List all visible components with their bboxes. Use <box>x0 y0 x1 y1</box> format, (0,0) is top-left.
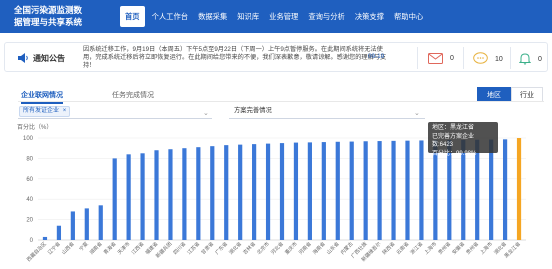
chart-bar[interactable] <box>154 150 159 240</box>
x-tick-label: 江苏省 <box>186 240 202 256</box>
chart-bar[interactable] <box>279 143 285 240</box>
x-tick-label: 青海省 <box>102 240 118 256</box>
y-tick-label: 0 <box>30 238 34 244</box>
x-tick-label: 海南省 <box>311 240 327 256</box>
tooltip-count: 已完善方案企业数:6423 <box>432 133 475 149</box>
chart-bar[interactable] <box>307 142 312 240</box>
chart-bar[interactable] <box>502 139 508 240</box>
chart-bar[interactable] <box>252 144 257 240</box>
x-tick-label: 湖北省 <box>228 240 244 256</box>
chart-bar[interactable] <box>349 141 354 240</box>
chart-bar[interactable] <box>238 144 243 240</box>
x-tick-label: 宁夏 <box>78 240 90 252</box>
chart-bar[interactable] <box>405 140 410 240</box>
x-tick-label: 贵州省 <box>465 240 481 256</box>
chart-bar[interactable] <box>196 147 201 240</box>
x-tick-label: 天津市 <box>116 240 132 256</box>
chart-bar[interactable] <box>84 208 89 240</box>
x-tick-label: 贵州省 <box>437 240 453 256</box>
y-tick-label: 60 <box>26 177 33 183</box>
x-tick-label: 河北省 <box>269 240 285 256</box>
x-tick-label: 安徽省 <box>451 240 467 256</box>
tooltip-percent: 百分比：99.98% <box>432 150 477 157</box>
x-tick-label: 山东省 <box>325 240 341 256</box>
x-tick-label: 上海市 <box>478 240 494 256</box>
x-tick-label: 北京市 <box>255 240 271 256</box>
y-tick-label: 40 <box>26 197 33 203</box>
chart-bar[interactable] <box>293 142 299 240</box>
x-tick-label: 浙江省 <box>409 240 425 256</box>
x-tick-label: 辽宁省 <box>46 240 62 256</box>
chart-bar[interactable] <box>210 146 215 240</box>
x-tick-label: 甘肃省 <box>200 240 216 256</box>
chart-bar[interactable] <box>516 138 522 240</box>
chart-bar[interactable] <box>265 143 271 240</box>
chart-bar[interactable] <box>419 140 424 240</box>
chart-bar[interactable] <box>140 153 145 240</box>
x-tick-label: 西藏自治区 <box>25 240 48 263</box>
chart-bar[interactable] <box>70 211 75 240</box>
chart-bar[interactable] <box>112 158 117 240</box>
chart-bar[interactable] <box>182 148 187 240</box>
y-axis-label: 百分比（%） <box>17 123 52 131</box>
x-tick-label: 四川省 <box>172 240 188 256</box>
x-tick-label: 江西省 <box>130 240 146 256</box>
y-tick-label: 80 <box>26 156 33 162</box>
chart-bar[interactable] <box>168 149 173 240</box>
chart-bar[interactable] <box>335 141 340 240</box>
chart-bar[interactable] <box>42 236 48 240</box>
chart-bar[interactable] <box>98 205 103 240</box>
chart-bar[interactable] <box>363 141 368 240</box>
x-tick-label: 重庆市 <box>283 240 299 256</box>
x-tick-label: 陕西省 <box>381 240 397 256</box>
chart-bar[interactable] <box>377 141 382 240</box>
chart-bar[interactable] <box>56 225 62 240</box>
y-tick-label: 20 <box>26 218 33 224</box>
x-tick-label: 山西省 <box>60 240 76 256</box>
x-tick-label: 云南省 <box>395 240 411 256</box>
chart-bar[interactable] <box>391 140 396 240</box>
x-tick-label: 湖南省 <box>88 240 104 256</box>
x-tick-label: 上海市 <box>423 240 439 256</box>
chart-bar[interactable] <box>321 142 326 240</box>
tooltip-region: 地区：黑龙江省 <box>432 125 475 131</box>
x-tick-label: 吉林省 <box>241 240 257 256</box>
chart-tooltip: 地区：黑龙江省 已完善方案企业数:6423 百分比：99.98% <box>428 122 498 157</box>
x-tick-label: 河南省 <box>297 240 313 256</box>
y-tick-label: 100 <box>23 136 34 142</box>
x-tick-label: 广东省 <box>214 240 230 256</box>
chart-bar[interactable] <box>224 145 229 240</box>
chart-bar[interactable] <box>126 154 131 240</box>
